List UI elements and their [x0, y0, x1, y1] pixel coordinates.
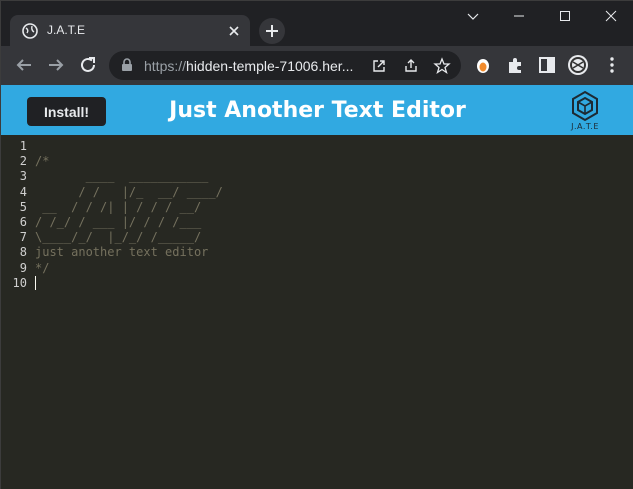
- app-title: Just Another Text Editor: [169, 98, 466, 123]
- tab-jate[interactable]: J.A.T.E: [10, 15, 250, 46]
- menu-icon[interactable]: [601, 54, 623, 76]
- browser-window: J.A.T.E https://hidden-temple-71006.her.…: [0, 0, 633, 489]
- back-icon[interactable]: [13, 54, 35, 76]
- forward-icon[interactable]: [45, 54, 67, 76]
- line-number: 5: [19, 199, 27, 214]
- address-bar[interactable]: https://hidden-temple-71006.her...: [109, 51, 461, 80]
- close-icon[interactable]: [226, 23, 242, 39]
- lock-icon[interactable]: [121, 58, 133, 72]
- minimize-button[interactable]: [496, 1, 542, 31]
- browser-toolbar: https://hidden-temple-71006.her...: [1, 46, 633, 85]
- puzzle-icon[interactable]: [504, 54, 526, 76]
- star-icon[interactable]: [433, 57, 451, 75]
- close-icon: [605, 10, 617, 22]
- open-external-icon[interactable]: [370, 57, 388, 75]
- code-line[interactable]: / /_/ / ___ |/ / / /___: [35, 215, 223, 230]
- line-number: 3: [19, 169, 27, 184]
- logo-text: J.A.T.E: [571, 122, 599, 131]
- plus-icon: [266, 25, 278, 37]
- url-host: hidden-temple-71006.her...: [186, 58, 354, 74]
- code-line[interactable]: /*: [35, 154, 223, 169]
- close-window-button[interactable]: [588, 1, 633, 31]
- url-scheme: https://: [144, 58, 187, 74]
- code-line[interactable]: just another text editor: [35, 245, 223, 260]
- line-number: 9: [19, 260, 27, 275]
- text-cursor: [35, 276, 36, 291]
- minimize-icon: [514, 15, 524, 17]
- code-line-active[interactable]: [35, 276, 223, 291]
- app-header: Install! Just Another Text Editor J.A.T.…: [1, 85, 633, 135]
- sidebar-icon[interactable]: [536, 54, 558, 76]
- code-content[interactable]: /* ____ ___________ / / |/_ __/ ____/ __…: [35, 139, 223, 291]
- maximize-button[interactable]: [542, 1, 588, 31]
- extension-orange-icon[interactable]: [472, 54, 494, 76]
- line-number: 10: [12, 275, 27, 290]
- line-number-gutter: 1 2 3 4 5 6 7 8 9 10: [1, 139, 31, 291]
- code-line[interactable]: ____ ___________: [35, 169, 223, 184]
- url-text[interactable]: https://hidden-temple-71006.her...: [144, 58, 353, 74]
- profile-avatar[interactable]: [567, 54, 589, 76]
- line-number: 6: [19, 214, 27, 229]
- code-line[interactable]: / / |/_ __/ ____/: [35, 185, 223, 200]
- reload-icon[interactable]: [77, 54, 99, 76]
- line-number: 2: [19, 154, 27, 169]
- tab-search-button[interactable]: [450, 1, 496, 31]
- code-line[interactable]: __ / / /| | / / / __/: [35, 200, 223, 215]
- code-line[interactable]: [35, 139, 223, 154]
- chevron-down-icon: [467, 13, 479, 20]
- code-editor[interactable]: 1 2 3 4 5 6 7 8 9 10 /* ____ ___________…: [1, 135, 633, 489]
- line-number: 1: [19, 139, 27, 153]
- share-icon[interactable]: [402, 57, 420, 75]
- tab-title: J.A.T.E: [47, 23, 86, 37]
- line-number: 4: [19, 184, 27, 199]
- line-number: 7: [19, 230, 27, 245]
- tab-strip: J.A.T.E: [1, 1, 633, 46]
- code-line[interactable]: */: [35, 261, 223, 276]
- line-number: 8: [19, 245, 27, 260]
- new-tab-button[interactable]: [259, 18, 285, 44]
- globe-icon: [22, 23, 38, 39]
- code-line[interactable]: \____/_/ |_/_/ /_____/: [35, 230, 223, 245]
- maximize-icon: [560, 11, 570, 21]
